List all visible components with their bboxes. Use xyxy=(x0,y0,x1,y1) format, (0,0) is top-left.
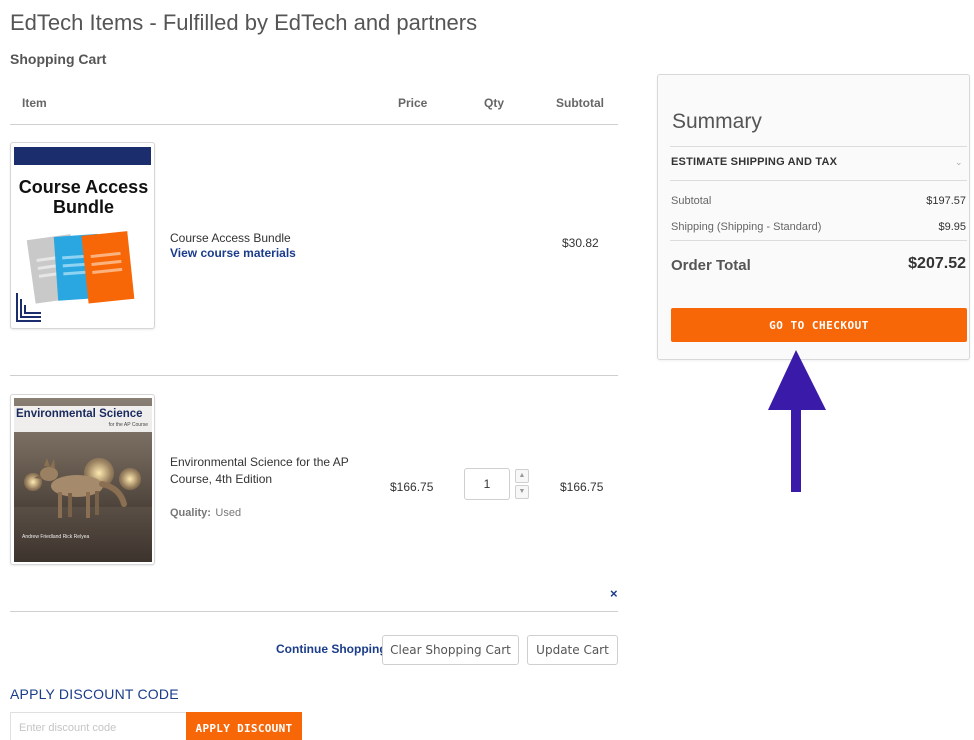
item-quality: Quality: Used xyxy=(170,503,241,521)
view-course-materials-link[interactable]: View course materials xyxy=(170,246,296,260)
chevron-down-icon[interactable]: ⌄ xyxy=(955,157,963,168)
quality-label: Quality: xyxy=(170,507,211,519)
item-name: Course Access Bundle xyxy=(170,231,291,245)
book-cover: Environmental Science for the AP Course … xyxy=(14,398,152,562)
update-cart-button[interactable]: Update Cart xyxy=(527,635,618,665)
estimate-shipping-toggle[interactable]: ESTIMATE SHIPPING AND TAX xyxy=(671,156,837,168)
summary-divider xyxy=(670,240,967,241)
cart-title: Shopping Cart xyxy=(10,51,107,67)
order-total-label: Order Total xyxy=(671,257,751,274)
item-divider xyxy=(10,611,618,612)
summary-divider xyxy=(670,180,967,181)
course-bundle-thumbnail[interactable]: Course Access Bundle xyxy=(10,142,155,329)
shipping-label: Shipping (Shipping - Standard) xyxy=(671,221,822,233)
quantity-input[interactable] xyxy=(464,468,510,500)
clear-cart-button[interactable]: Clear Shopping Cart xyxy=(382,635,519,665)
item-price: $166.75 xyxy=(390,480,434,494)
column-header-item: Item xyxy=(22,96,47,110)
item-name: Environmental Science for the AP Course,… xyxy=(170,455,349,486)
discount-code-input[interactable] xyxy=(10,712,186,740)
item-subtotal: $30.82 xyxy=(562,236,599,250)
quality-value: Used xyxy=(215,507,242,519)
qty-decrement-button[interactable]: ▼ xyxy=(515,485,529,499)
subtotal-label: Subtotal xyxy=(671,195,712,207)
annotation-arrow-icon xyxy=(768,350,826,492)
apply-discount-button[interactable]: APPLY DISCOUNT xyxy=(186,712,302,740)
column-header-subtotal: Subtotal xyxy=(556,96,604,110)
qty-increment-button[interactable]: ▲ xyxy=(515,469,529,483)
environmental-science-thumbnail[interactable]: Environmental Science for the AP Course … xyxy=(10,394,155,565)
summary-divider xyxy=(670,146,967,147)
order-total-value: $207.52 xyxy=(908,255,966,272)
shipping-value: $9.95 xyxy=(938,221,966,233)
document-stack-icon xyxy=(16,231,135,322)
page-heading: EdTech Items - Fulfilled by EdTech and p… xyxy=(10,10,478,35)
header-divider xyxy=(10,124,618,125)
subtotal-value: $197.57 xyxy=(926,195,966,207)
continue-shopping-link[interactable]: Continue Shopping xyxy=(276,642,387,656)
item-divider xyxy=(10,375,618,376)
remove-item-icon[interactable]: × xyxy=(610,586,618,601)
go-to-checkout-button[interactable]: GO TO CHECKOUT xyxy=(671,308,967,342)
summary-title: Summary xyxy=(672,110,762,133)
item-subtotal: $166.75 xyxy=(560,480,604,494)
coyote-icon xyxy=(34,458,127,518)
column-header-qty: Qty xyxy=(484,96,505,110)
discount-title: APPLY DISCOUNT CODE xyxy=(10,686,179,702)
column-header-price: Price xyxy=(398,96,428,110)
